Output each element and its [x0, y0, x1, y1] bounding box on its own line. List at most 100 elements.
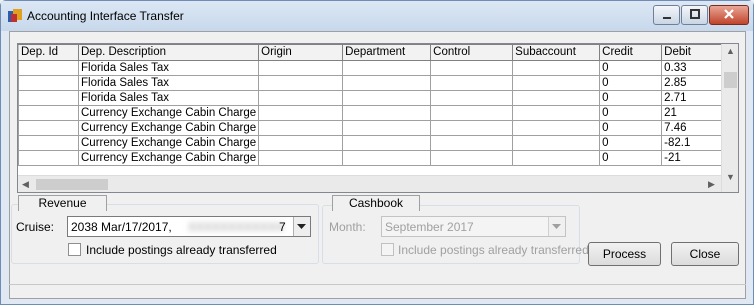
- grid-header: Dep. Id Dep. Description Origin Departme…: [18, 44, 733, 61]
- chevron-down-icon: [297, 224, 306, 229]
- status-bar: [9, 284, 746, 298]
- cell-control: [430, 60, 514, 76]
- column-header-credit[interactable]: Credit: [599, 44, 663, 61]
- vertical-scrollbar[interactable]: ▲ ▼: [721, 44, 738, 192]
- cell-department: [342, 120, 432, 136]
- cell-description: Currency Exchange Cabin Charge: [77, 105, 260, 121]
- revenue-include-label: Include postings already transferred: [86, 243, 277, 257]
- cell-credit: 0: [599, 75, 663, 91]
- column-header-control[interactable]: Control: [430, 44, 514, 61]
- horizontal-scrollbar[interactable]: ◀ ▶: [18, 175, 721, 192]
- column-header-origin[interactable]: Origin: [258, 44, 344, 61]
- revenue-tab[interactable]: Revenue: [18, 195, 107, 211]
- postings-table: Dep. Id Dep. Description Origin Departme…: [18, 44, 733, 166]
- vertical-scroll-thumb[interactable]: [724, 72, 737, 88]
- cell-origin: [258, 120, 344, 136]
- minimize-icon: [662, 17, 671, 19]
- table-row[interactable]: Currency Exchange Cabin Charge 0 -21: [18, 150, 733, 166]
- revenue-include-checkbox[interactable]: [68, 243, 81, 256]
- cell-credit: 0: [599, 150, 663, 166]
- scroll-down-icon[interactable]: ▼: [726, 172, 735, 182]
- cell-control: [430, 90, 514, 106]
- cashbook-include-label: Include postings already transferred: [398, 243, 589, 257]
- process-button[interactable]: Process: [588, 242, 661, 266]
- cell-dep-id: [18, 150, 79, 166]
- cell-subaccount: [512, 60, 601, 76]
- cell-subaccount: [512, 120, 601, 136]
- month-dropdown-button[interactable]: [548, 217, 565, 236]
- cell-subaccount: [512, 135, 601, 151]
- cashbook-tab[interactable]: Cashbook: [332, 195, 420, 211]
- table-row[interactable]: Currency Exchange Cabin Charge 0 -82.1: [18, 135, 733, 151]
- scroll-up-icon[interactable]: ▲: [726, 46, 735, 56]
- cell-subaccount: [512, 150, 601, 166]
- cell-department: [342, 150, 432, 166]
- minimize-button[interactable]: [653, 5, 680, 25]
- cell-dep-id: [18, 120, 79, 136]
- cell-credit: 0: [599, 120, 663, 136]
- cell-dep-id: [18, 105, 79, 121]
- cell-department: [342, 90, 432, 106]
- cell-dep-id: [18, 60, 79, 76]
- maximize-icon: [689, 9, 700, 19]
- cell-origin: [258, 90, 344, 106]
- cruise-value-redacted: XXXXXXXXXXXX: [188, 220, 285, 234]
- title-bar[interactable]: Accounting Interface Transfer: [1, 1, 753, 31]
- cell-description: Currency Exchange Cabin Charge: [77, 150, 260, 166]
- close-window-button[interactable]: [709, 5, 749, 25]
- column-header-subaccount[interactable]: Subaccount: [512, 44, 601, 61]
- cell-dep-id: [18, 135, 79, 151]
- scroll-left-icon[interactable]: ◀: [22, 179, 29, 190]
- table-row[interactable]: Florida Sales Tax 0 2.71: [18, 90, 733, 106]
- cell-department: [342, 135, 432, 151]
- cell-credit: 0: [599, 105, 663, 121]
- scroll-right-icon[interactable]: ▶: [708, 179, 715, 190]
- table-row[interactable]: Florida Sales Tax 0 2.85: [18, 75, 733, 91]
- column-header-description[interactable]: Dep. Description: [77, 44, 260, 61]
- cell-control: [430, 120, 514, 136]
- maximize-button[interactable]: [681, 5, 708, 25]
- cell-origin: [258, 105, 344, 121]
- cruise-dropdown-button[interactable]: [293, 217, 310, 236]
- table-row[interactable]: Currency Exchange Cabin Charge 0 7.46: [18, 120, 733, 136]
- cell-origin: [258, 150, 344, 166]
- cell-credit: 0: [599, 60, 663, 76]
- cell-control: [430, 135, 514, 151]
- cell-credit: 0: [599, 135, 663, 151]
- cell-description: Currency Exchange Cabin Charge: [77, 120, 260, 136]
- table-row[interactable]: Florida Sales Tax 0 0.33: [18, 60, 733, 76]
- cell-description: Florida Sales Tax: [77, 60, 260, 76]
- column-header-department[interactable]: Department: [342, 44, 432, 61]
- chevron-down-icon: [552, 224, 561, 229]
- cashbook-include-checkbox[interactable]: [381, 243, 394, 256]
- cell-dep-id: [18, 75, 79, 91]
- month-select[interactable]: September 2017: [381, 216, 566, 237]
- month-label: Month:: [329, 220, 366, 234]
- cell-department: [342, 60, 432, 76]
- cell-control: [430, 75, 514, 91]
- cell-description: Currency Exchange Cabin Charge: [77, 135, 260, 151]
- cell-dep-id: [18, 90, 79, 106]
- cell-department: [342, 75, 432, 91]
- window-title: Accounting Interface Transfer: [27, 9, 184, 23]
- column-header-dep-id[interactable]: Dep. Id: [18, 44, 79, 61]
- cruise-value: 2038 Mar/17/2017,: [71, 220, 172, 234]
- cell-origin: [258, 60, 344, 76]
- cell-department: [342, 105, 432, 121]
- cell-control: [430, 150, 514, 166]
- window: Accounting Interface Transfer Dep. Id De…: [0, 0, 754, 305]
- cell-subaccount: [512, 90, 601, 106]
- cruise-select[interactable]: 2038 Mar/17/2017, XXXXXXXXXXXX 7: [67, 216, 311, 237]
- app-icon: [8, 9, 22, 22]
- cruise-label: Cruise:: [16, 220, 55, 234]
- postings-grid[interactable]: Dep. Id Dep. Description Origin Departme…: [17, 43, 739, 193]
- cell-description: Florida Sales Tax: [77, 90, 260, 106]
- horizontal-scroll-thumb[interactable]: [36, 179, 108, 190]
- table-row[interactable]: Currency Exchange Cabin Charge 0 21: [18, 105, 733, 121]
- cell-control: [430, 105, 514, 121]
- cell-credit: 0: [599, 90, 663, 106]
- cruise-value-tail: 7: [279, 220, 286, 234]
- close-icon: [724, 9, 734, 19]
- cell-subaccount: [512, 75, 601, 91]
- close-button[interactable]: Close: [671, 242, 739, 266]
